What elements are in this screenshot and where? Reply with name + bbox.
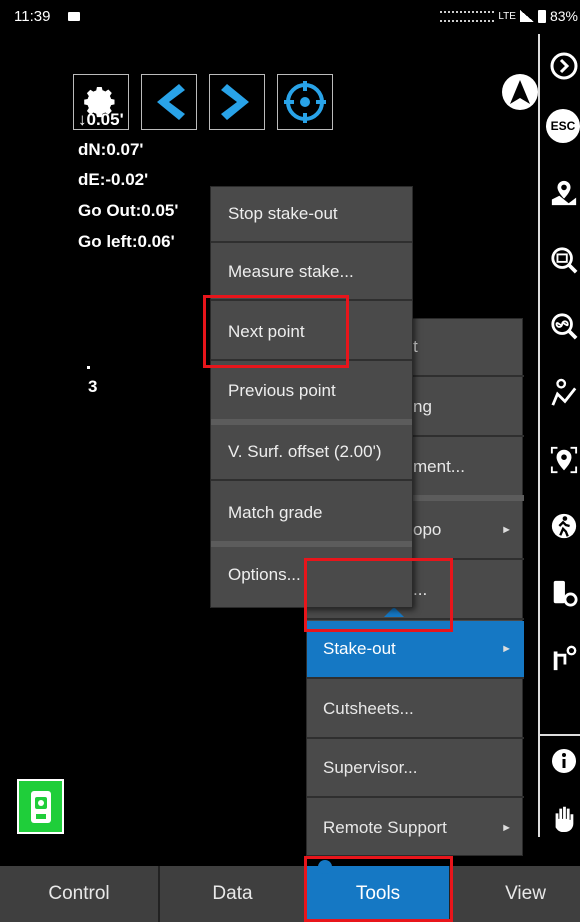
- walking-person-icon: [551, 513, 577, 539]
- submenu-item-label: Options...: [228, 565, 301, 584]
- measure-stake-item[interactable]: Measure stake...: [211, 245, 412, 301]
- navigation-arrow-icon: [510, 80, 530, 104]
- remote-support-menu-item[interactable]: Remote Support ►: [307, 799, 524, 857]
- point-marker: [87, 366, 90, 369]
- menu-item-label: Supervisor...: [323, 758, 418, 777]
- stakeout-icon: [553, 645, 577, 671]
- walk-button[interactable]: [550, 512, 578, 540]
- center-button[interactable]: [277, 74, 333, 130]
- tab-label: View: [505, 883, 546, 904]
- status-bar: 11:39 LTE 83%: [0, 0, 580, 34]
- esc-icon: ESC: [546, 109, 580, 143]
- cut-fill-readout: ↓0.05': [78, 110, 124, 129]
- stakeout-button[interactable]: [550, 644, 578, 672]
- camera-icon: [68, 12, 80, 21]
- network-type: LTE: [498, 10, 516, 22]
- tab-view[interactable]: View: [451, 866, 580, 922]
- submenu-arrow-icon: ►: [501, 524, 512, 536]
- cutsheets-menu-item[interactable]: Cutsheets...: [307, 681, 524, 739]
- go-out-readout: Go Out:0.05': [78, 201, 179, 220]
- expand-sidebar-button[interactable]: [550, 52, 578, 80]
- esc-label: ESC: [550, 119, 576, 133]
- submenu-item-label: Stop stake-out: [228, 204, 338, 223]
- notification-icons: [440, 10, 495, 22]
- stake-out-submenu: Stop stake-out Measure stake... Next poi…: [210, 186, 413, 608]
- submenu-item-label: Match grade: [228, 503, 323, 522]
- point-label: 3: [88, 377, 98, 396]
- route-button[interactable]: [550, 378, 578, 407]
- submenu-item-label: Previous point: [228, 381, 336, 400]
- submenu-arrow-icon: ►: [501, 822, 512, 834]
- tab-label: Control: [48, 883, 110, 904]
- map-point-button[interactable]: [550, 179, 578, 207]
- match-grade-item[interactable]: Match grade: [211, 485, 412, 541]
- locate-button[interactable]: [550, 446, 578, 474]
- battery-level: 83%: [549, 8, 578, 24]
- v-surf-offset-item[interactable]: V. Surf. offset (2.00'): [211, 425, 412, 481]
- instrument-settings-button[interactable]: [550, 579, 578, 607]
- compass-button[interactable]: [502, 74, 538, 110]
- delta-east-readout: dE:-0.02': [78, 170, 149, 189]
- highlight-box: [304, 558, 453, 632]
- esc-button[interactable]: ESC: [546, 109, 580, 143]
- target-icon: [284, 81, 326, 123]
- menu-item-label: Stake-out: [323, 639, 396, 658]
- chevron-right-circle-icon: [550, 52, 578, 80]
- go-left-readout: Go left:0.06': [78, 232, 175, 251]
- supervisor-menu-item[interactable]: Supervisor...: [307, 740, 524, 798]
- status-icons: LTE 83%: [440, 8, 578, 24]
- info-button[interactable]: [550, 747, 578, 775]
- zoom-extents-icon: [551, 247, 578, 274]
- battery-icon: [537, 9, 546, 23]
- stop-stake-out-item[interactable]: Stop stake-out: [211, 187, 412, 243]
- submenu-item-label: V. Surf. offset (2.00'): [228, 442, 382, 461]
- zoom-extents-button[interactable]: [550, 246, 578, 274]
- sidebar-divider: [540, 734, 580, 736]
- previous-point-item[interactable]: Previous point: [211, 363, 412, 419]
- map-pin-icon: [551, 180, 577, 206]
- zoom-infinity-icon: [551, 313, 578, 340]
- menu-item-label: Cutsheets...: [323, 699, 414, 718]
- menu-item-label: Remote Support: [323, 818, 447, 837]
- info-icon: [552, 749, 576, 773]
- route-icon: [551, 378, 577, 406]
- next-button[interactable]: [209, 74, 265, 130]
- hand-icon: [555, 806, 574, 832]
- instrument-button[interactable]: [17, 779, 64, 834]
- tab-data[interactable]: Data: [160, 866, 307, 922]
- submenu-item-label: Measure stake...: [228, 262, 354, 281]
- bottom-tab-bar: Control Data Tools View: [0, 866, 580, 922]
- zoom-all-button[interactable]: [550, 312, 578, 340]
- location-frame-icon: [550, 446, 578, 474]
- previous-button[interactable]: [141, 74, 197, 130]
- submenu-arrow-icon: ►: [501, 643, 512, 655]
- chevron-right-icon: [221, 84, 249, 120]
- status-time: 11:39: [14, 8, 51, 25]
- tab-label: Data: [212, 883, 253, 904]
- highlight-box: [203, 295, 349, 368]
- instrument-gear-icon: [553, 580, 578, 607]
- pan-button[interactable]: [550, 804, 578, 832]
- signal-icon: [519, 10, 534, 22]
- tab-control[interactable]: Control: [0, 866, 160, 922]
- highlight-box: [304, 856, 453, 922]
- chevron-left-icon: [157, 84, 185, 120]
- right-sidebar: ESC: [538, 34, 580, 837]
- delta-north-readout: dN:0.07': [78, 140, 144, 159]
- total-station-icon: [30, 790, 51, 823]
